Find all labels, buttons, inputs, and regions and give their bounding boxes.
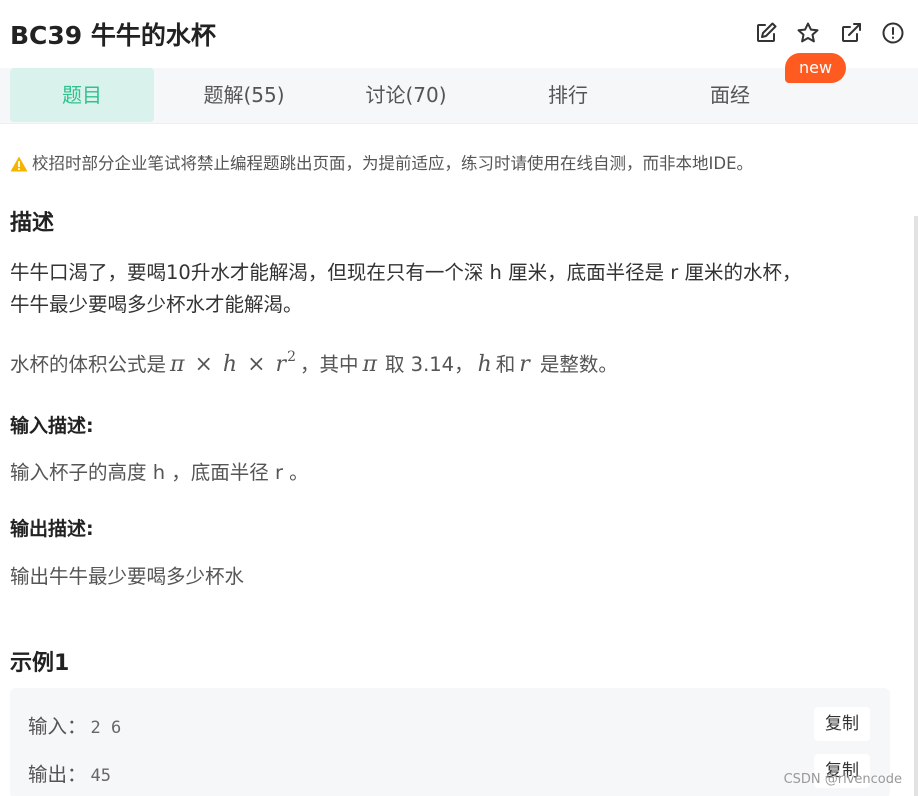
- tab-problem[interactable]: 题目: [10, 68, 154, 122]
- notice-text: 校招时部分企业笔试将禁止编程题跳出页面，为提前适应，练习时请使用在线自测，而非本…: [32, 154, 753, 173]
- formula-h: h: [222, 352, 238, 377]
- tab-ranking[interactable]: 排行: [496, 68, 640, 122]
- tab-solutions[interactable]: 题解(55): [172, 68, 316, 122]
- formula-h-2: h: [477, 352, 492, 377]
- description-line-1: 牛牛口渴了，要喝10升水才能解渴，但现在只有一个深 h 厘米，底面半径是 r 厘…: [10, 261, 802, 284]
- example-input-value: 2 6: [90, 718, 122, 738]
- formula-suffix: 是整数。: [539, 353, 618, 376]
- watermark: CSDN @rivencode: [783, 772, 902, 787]
- formula-exponent: 2: [287, 349, 296, 365]
- volume-formula: 水杯的体积公式是 π × h × r2 ，其中 π 取 3.14， h 和 r 是整数。: [10, 348, 618, 377]
- page-title: BC39 牛牛的水杯: [10, 21, 216, 50]
- formula-times-2: ×: [247, 352, 266, 377]
- input-desc-text: 输入杯子的高度 h ，底面半径 r 。: [10, 461, 309, 484]
- formula-prefix: 水杯的体积公式是: [10, 353, 167, 376]
- formula-r: r: [275, 352, 287, 377]
- warning-triangle-icon: [10, 156, 28, 172]
- scrollbar[interactable]: [914, 216, 918, 796]
- output-desc-text: 输出牛牛最少要喝多少杯水: [10, 565, 245, 588]
- example-input-label: 输入：: [28, 715, 87, 738]
- warning-circle-icon[interactable]: [881, 21, 905, 45]
- example-heading: 示例1: [10, 651, 70, 676]
- input-desc-heading: 输入描述:: [10, 415, 94, 437]
- formula-r-2: r: [519, 352, 530, 377]
- copy-input-button[interactable]: 复制: [814, 707, 870, 741]
- formula-pi: π: [170, 352, 185, 377]
- formula-and: 和: [495, 353, 516, 376]
- open-external-icon[interactable]: [839, 21, 863, 45]
- description-line-2: 牛牛最少要喝多少杯水才能解渴。: [10, 293, 303, 316]
- formula-take: 取 3.14，: [384, 353, 474, 376]
- notice: 校招时部分企业笔试将禁止编程题跳出页面，为提前适应，练习时请使用在线自测，而非本…: [10, 150, 753, 174]
- example-input: 输入： 2 6: [28, 710, 121, 739]
- problem-header: BC39 牛牛的水杯: [0, 0, 918, 68]
- formula-pi-2: π: [362, 352, 377, 377]
- formula-times-1: ×: [194, 352, 213, 377]
- tab-discussion[interactable]: 讨论(70): [334, 68, 478, 122]
- example-output-value: 45: [90, 766, 111, 786]
- star-icon[interactable]: [796, 21, 820, 45]
- description-heading: 描述: [10, 211, 55, 236]
- formula-mid: ，其中: [299, 353, 359, 376]
- example-box: 输入： 2 6 复制 输出： 45 复制: [10, 688, 890, 796]
- example-output: 输出： 45: [28, 758, 111, 787]
- new-badge: new: [785, 53, 846, 83]
- tab-interview[interactable]: 面经: [658, 68, 802, 122]
- edit-icon[interactable]: [754, 21, 778, 45]
- output-desc-heading: 输出描述:: [10, 518, 94, 540]
- tab-bar: 题目 题解(55) 讨论(70) 排行 面经: [0, 68, 918, 124]
- example-output-label: 输出：: [28, 763, 87, 786]
